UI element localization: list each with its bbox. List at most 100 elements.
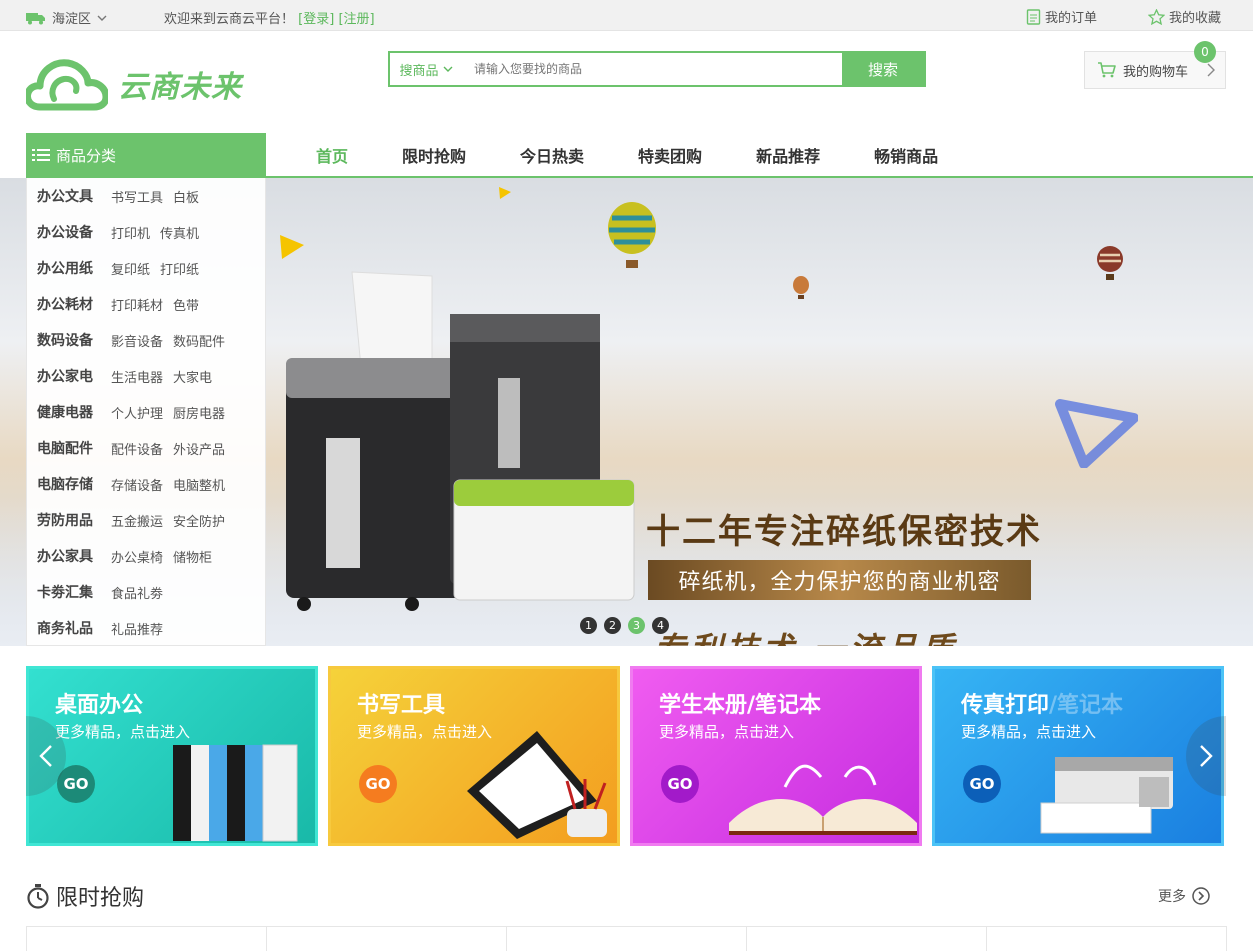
nav-item-home[interactable]: 首页 [296,133,368,177]
chevron-left-icon [39,745,52,767]
cart-icon [1098,62,1116,78]
cloud-logo-icon [26,59,108,111]
category-sub[interactable]: 五金搬运 [111,511,163,530]
chevron-right-icon [1200,745,1213,767]
triangle-decor-icon [280,235,304,259]
category-main[interactable]: 办公文具 [37,186,111,206]
cart-label: 我的购物车 [1123,64,1189,80]
promo-card-fax-print[interactable]: 传真打印/笔记本 更多精品，点击进入 GO [932,666,1224,846]
category-sub[interactable]: 电脑整机 [173,475,225,494]
category-sub[interactable]: 传真机 [160,223,199,242]
search-button[interactable]: 搜索 [842,53,924,85]
nav-item-group-buy[interactable]: 特卖团购 [618,133,722,177]
category-main[interactable]: 办公设备 [37,222,111,242]
clipboard-pens-illustration [467,731,607,839]
category-sub[interactable]: 礼品推荐 [111,619,163,638]
register-link[interactable]: [注册] [338,12,374,27]
category-sub[interactable]: 复印纸 [111,259,150,278]
login-link[interactable]: [登录] [298,12,334,27]
nav-item-today-hot[interactable]: 今日热卖 [500,133,604,177]
category-main[interactable]: 电脑配件 [37,438,111,458]
promo-go-button[interactable]: GO [963,765,1001,803]
triangle-decor-icon [1055,399,1138,468]
category-sub[interactable]: 打印耗材 [111,295,163,314]
category-main[interactable]: 卡劵汇集 [37,582,111,602]
my-orders-link[interactable]: 我的订单 [1026,7,1097,26]
location-selector[interactable]: 海淀区 [26,8,107,27]
carousel-dot[interactable]: 2 [604,617,621,634]
product-card[interactable] [746,926,987,951]
more-link[interactable]: 更多 [1158,886,1210,906]
category-main[interactable]: 数码设备 [37,330,111,350]
location-label: 海淀区 [52,12,92,27]
carousel-dot[interactable]: 1 [580,617,597,634]
category-sub[interactable]: 配件设备 [111,439,163,458]
search-input[interactable] [462,53,842,85]
banner-headline: 十二年专注碎纸保密技术 [646,512,1042,552]
carousel-dots: 1 2 3 4 [580,617,669,634]
category-main[interactable]: 电脑存储 [37,474,111,494]
category-main[interactable]: 办公家电 [37,366,111,386]
category-row: 电脑配件 配件设备 外设产品 [27,430,265,466]
product-card[interactable] [506,926,747,951]
category-sub[interactable]: 个人护理 [111,403,163,422]
category-row: 办公用纸 复印纸 打印纸 [27,250,265,286]
nav-item-new-arrivals[interactable]: 新品推荐 [736,133,840,177]
category-sub[interactable]: 厨房电器 [173,403,225,422]
cart-button[interactable]: 我的购物车 0 [1084,41,1226,89]
stopwatch-icon [27,884,49,909]
site-logo[interactable]: 云商未来 [26,56,256,112]
category-sub[interactable]: 大家电 [173,367,212,386]
brand-name: 云商未来 [118,70,242,105]
category-main[interactable]: 健康电器 [37,402,111,422]
category-row: 办公家具 办公桌椅 储物柜 [27,538,265,574]
category-sub[interactable]: 书写工具 [111,187,163,206]
category-row: 办公家电 生活电器 大家电 [27,358,265,394]
banner-subline: 碎纸机，全力保护您的商业机密 [648,560,1031,600]
category-main[interactable]: 办公耗材 [37,294,111,314]
category-row: 办公文具 书写工具 白板 [27,178,265,214]
category-sub[interactable]: 色带 [173,295,199,314]
my-favorites-link[interactable]: 我的收藏 [1148,7,1221,26]
promo-title: 学生本册/笔记本 [659,693,822,718]
category-sub[interactable]: 数码配件 [173,331,225,350]
promo-subtitle: 更多精品，点击进入 [659,723,795,741]
category-main[interactable]: 办公用纸 [37,258,111,278]
product-card[interactable] [26,926,267,951]
carousel-dot-active[interactable]: 3 [628,617,645,634]
promo-card-writing-tools[interactable]: 书写工具 更多精品，点击进入 GO [328,666,620,846]
category-main[interactable]: 劳防用品 [37,510,111,530]
category-sub[interactable]: 储物柜 [173,547,212,566]
category-main[interactable]: 办公家具 [37,546,111,566]
category-main[interactable]: 商务礼品 [37,618,111,638]
category-sub[interactable]: 存储设备 [111,475,163,494]
product-card[interactable] [986,926,1227,951]
nav-item-flash-sale[interactable]: 限时抢购 [382,133,486,177]
category-row: 数码设备 影音设备 数码配件 [27,322,265,358]
category-sub[interactable]: 打印机 [111,223,150,242]
promo-go-button[interactable]: GO [359,765,397,803]
category-menu-button[interactable]: 商品分类 [26,133,266,177]
flash-sale-section-title: 限时抢购 [26,880,144,912]
search-scope-dropdown[interactable]: 搜商品 [390,53,462,85]
category-sub[interactable]: 生活电器 [111,367,163,386]
product-card[interactable] [266,926,507,951]
category-sub[interactable]: 外设产品 [173,439,225,458]
nav-item-bestsellers[interactable]: 畅销商品 [854,133,958,177]
banner-tagline: 专利技术 一流品质 [654,624,957,646]
category-sub[interactable]: 影音设备 [111,331,163,350]
list-icon [32,149,50,161]
top-bar: 海淀区 欢迎来到云商云平台！ [登录] [注册] 我的订单 我的收藏 [0,0,1253,31]
category-sub[interactable]: 食品礼劵 [111,583,163,602]
promo-card-desk-office[interactable]: 桌面办公 更多精品，点击进入 GO [26,666,318,846]
category-sub[interactable]: 办公桌椅 [111,547,163,566]
category-sub[interactable]: 安全防护 [173,511,225,530]
category-row: 电脑存储 存储设备 电脑整机 [27,466,265,502]
category-sub[interactable]: 打印纸 [160,259,199,278]
promo-go-button[interactable]: GO [661,765,699,803]
carousel-dot[interactable]: 4 [652,617,669,634]
category-sub[interactable]: 白板 [173,187,199,206]
printer-illustration [1040,757,1173,834]
category-row: 健康电器 个人护理 厨房电器 [27,394,265,430]
promo-card-notebooks[interactable]: 学生本册/笔记本 更多精品，点击进入 GO [630,666,922,846]
